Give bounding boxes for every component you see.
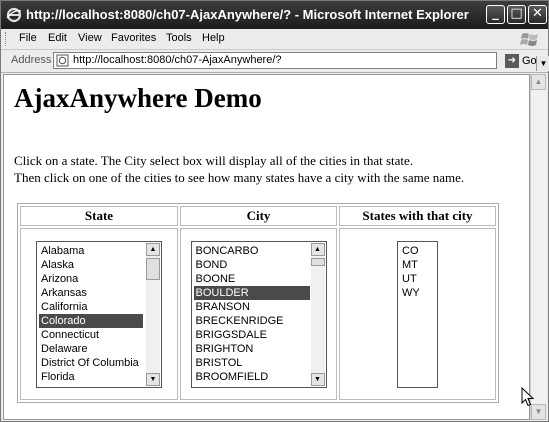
internet-explorer-icon: [6, 7, 22, 23]
state-option[interactable]: Alabama: [39, 244, 143, 258]
state-option[interactable]: California: [39, 300, 143, 314]
scroll-up-arrow-icon[interactable]: ▲: [310, 242, 325, 256]
address-dropdown-button[interactable]: ▼: [536, 56, 549, 71]
city-select[interactable]: BONCARBO BOND BOONE BOULDER BRANSON BRECKENRI…: [190, 240, 327, 388]
toolbar-grip[interactable]: [5, 32, 9, 46]
city-option[interactable]: BOND: [194, 258, 310, 272]
state-option[interactable]: Delaware: [39, 342, 143, 356]
menu-favorites[interactable]: Favorites: [111, 32, 156, 44]
city-option[interactable]: BROOMFIELD: [194, 370, 310, 384]
maximize-button[interactable]: □: [507, 5, 526, 24]
menu-edit[interactable]: Edit: [48, 32, 67, 44]
city-cell: BONCARBO BOND BOONE BOULDER BRANSON BRECKENRI…: [180, 228, 337, 400]
go-label: Go: [522, 54, 537, 67]
matching-state-option[interactable]: MT: [400, 258, 435, 272]
scroll-thumb[interactable]: [146, 257, 160, 280]
state-select[interactable]: Alabama Alaska Arizona Arkansas California Co…: [36, 240, 162, 388]
scroll-down-arrow-icon[interactable]: ▼: [310, 372, 325, 386]
city-option[interactable]: BOULDER: [193, 285, 310, 300]
minimize-button[interactable]: _: [486, 5, 505, 24]
matching-state-option[interactable]: CO: [400, 244, 435, 258]
page-icon: [56, 54, 69, 67]
city-option[interactable]: BRECKENRIDGE: [194, 314, 310, 328]
instruction-line-2: Then click on one of the cities to see h…: [14, 170, 465, 185]
city-option[interactable]: BRIGHTON: [194, 342, 310, 356]
city-option[interactable]: BOONE: [194, 272, 310, 286]
matching-state-option[interactable]: WY: [400, 286, 435, 300]
states-with-city-cell: CO MT UT WY: [339, 228, 496, 400]
city-option[interactable]: BRANSON: [194, 300, 310, 314]
states-with-city-select[interactable]: CO MT UT WY: [397, 240, 438, 388]
state-scrollbar[interactable]: ▲ ▼: [146, 242, 160, 386]
menu-file[interactable]: File: [19, 32, 37, 44]
mouse-cursor-icon: [521, 387, 535, 407]
state-option[interactable]: Colorado: [39, 313, 143, 328]
windows-logo-icon: [520, 33, 538, 46]
address-label: Address: [11, 54, 52, 66]
city-column-header: City: [180, 206, 337, 226]
go-button[interactable]: ➜ Go: [505, 53, 537, 68]
scroll-thumb[interactable]: [310, 257, 325, 266]
city-scrollbar[interactable]: ▲ ▼: [310, 242, 325, 386]
close-button[interactable]: ✕: [528, 5, 547, 24]
page-content: AjaxAnywhere Demo Click on a state. The …: [3, 74, 530, 420]
city-option[interactable]: BRIGGSDALE: [194, 328, 310, 342]
scroll-up-arrow-icon[interactable]: ▲: [146, 242, 160, 256]
go-arrow-icon: ➜: [505, 53, 519, 68]
city-lookup-table: State City States with that city Alabama…: [17, 203, 499, 403]
address-url: http://localhost:8080/ch07-AjaxAnywhere/…: [73, 54, 282, 66]
city-option[interactable]: BONCARBO: [194, 244, 310, 258]
states-with-city-column-header: States with that city: [339, 206, 496, 226]
matching-state-option[interactable]: UT: [400, 272, 435, 286]
state-option[interactable]: Arizona: [39, 272, 143, 286]
state-option[interactable]: District Of Columbia: [39, 356, 143, 370]
menu-view[interactable]: View: [78, 32, 102, 44]
state-column-header: State: [20, 206, 178, 226]
instruction-line-1: Click on a state. The City select box wi…: [14, 153, 414, 168]
address-toolbar: Address http://localhost:8080/ch07-AjaxA…: [1, 50, 549, 73]
address-input[interactable]: http://localhost:8080/ch07-AjaxAnywhere/…: [53, 52, 549, 71]
menu-bar: File Edit View Favorites Tools Help: [1, 29, 548, 50]
instructions: Click on a state. The City select box wi…: [14, 152, 464, 186]
page-vertical-scrollbar[interactable]: ▲ ▼: [530, 74, 546, 420]
state-option[interactable]: Arkansas: [39, 286, 143, 300]
browser-window: http://localhost:8080/ch07-AjaxAnywhere/…: [0, 0, 549, 422]
menu-tools[interactable]: Tools: [166, 32, 192, 44]
page-heading: AjaxAnywhere Demo: [14, 83, 262, 113]
state-option[interactable]: Connecticut: [39, 328, 143, 342]
scroll-up-arrow-icon[interactable]: ▲: [531, 74, 546, 90]
state-option[interactable]: Alaska: [39, 258, 143, 272]
menu-help[interactable]: Help: [202, 32, 225, 44]
state-cell: Alabama Alaska Arizona Arkansas California Co…: [20, 228, 178, 400]
title-bar: http://localhost:8080/ch07-AjaxAnywhere/…: [1, 1, 548, 29]
window-title: http://localhost:8080/ch07-AjaxAnywhere/…: [26, 7, 469, 22]
state-option[interactable]: Florida: [39, 370, 143, 384]
city-option[interactable]: BRISTOL: [194, 356, 310, 370]
scroll-down-arrow-icon[interactable]: ▼: [146, 372, 160, 386]
